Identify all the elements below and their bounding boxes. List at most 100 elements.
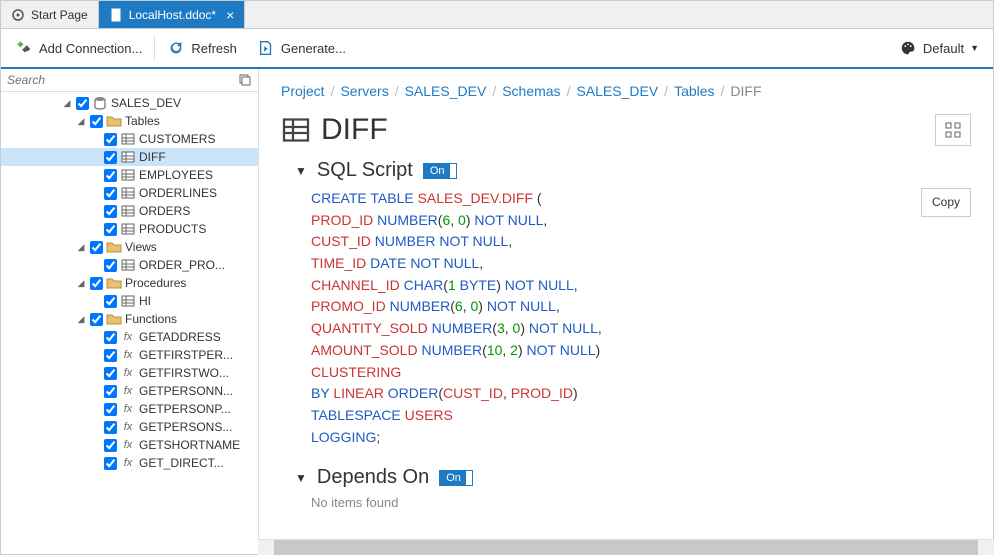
object-tree[interactable]: ◢SALES_DEV◢TablesCUSTOMERSDIFFEMPLOYEESO… <box>1 92 258 554</box>
expand-icon[interactable]: ◢ <box>75 242 87 253</box>
checkbox[interactable] <box>104 205 117 218</box>
tree-folder[interactable]: ◢ Procedures <box>1 274 258 292</box>
tree-item[interactable]: fxGETPERSONN... <box>1 382 258 400</box>
table-icon <box>120 167 136 183</box>
tree-label: GETPERSONS... <box>139 420 232 434</box>
tab-label: LocalHost.ddoc* <box>129 8 216 22</box>
chevron-down-icon: ▼ <box>970 43 979 53</box>
tree-item[interactable]: fxGETSHORTNAME <box>1 436 258 454</box>
tree-item[interactable]: ORDERLINES <box>1 184 258 202</box>
add-connection-button[interactable]: Add Connection... <box>7 35 150 61</box>
checkbox[interactable] <box>104 223 117 236</box>
collapse-icon[interactable]: ▼ <box>295 164 307 178</box>
tree-folder[interactable]: ◢Tables <box>1 112 258 130</box>
copy-icon[interactable] <box>238 73 252 87</box>
breadcrumb-item[interactable]: Tables <box>674 83 714 99</box>
checkbox[interactable] <box>104 403 117 416</box>
checkbox[interactable] <box>90 313 103 326</box>
on-badge[interactable]: On <box>439 470 468 486</box>
expand-icon[interactable]: ◢ <box>75 116 87 127</box>
checkbox[interactable] <box>104 295 117 308</box>
tree-folder[interactable]: ◢ Views <box>1 238 258 256</box>
checkbox[interactable] <box>104 187 117 200</box>
generate-button[interactable]: Generate... <box>249 35 354 61</box>
tree-item[interactable]: fxGETPERSONP... <box>1 400 258 418</box>
on-badge[interactable]: On <box>423 163 452 179</box>
checkbox[interactable] <box>104 349 117 362</box>
tree-item[interactable]: EMPLOYEES <box>1 166 258 184</box>
tab-localhost[interactable]: LocalHost.ddoc* × <box>99 1 246 28</box>
checkbox[interactable] <box>76 97 89 110</box>
plug-plus-icon <box>15 39 33 57</box>
depends-section-title: Depends On <box>317 466 429 489</box>
checkbox[interactable] <box>104 385 117 398</box>
checkbox[interactable] <box>104 169 117 182</box>
refresh-icon <box>167 39 185 57</box>
theme-selector[interactable]: Default ▼ <box>891 35 987 61</box>
tree-label: GETFIRSTPER... <box>139 348 233 362</box>
tree-item[interactable]: fxGETPERSONS... <box>1 418 258 436</box>
breadcrumb-item[interactable]: Schemas <box>502 83 560 99</box>
checkbox[interactable] <box>104 421 117 434</box>
breadcrumb-item[interactable]: SALES_DEV <box>405 83 487 99</box>
collapse-icon[interactable]: ▼ <box>295 471 307 485</box>
fx-icon: fx <box>120 419 136 435</box>
tree-folder[interactable]: ◢Functions <box>1 310 258 328</box>
tree-item[interactable]: CUSTOMERS <box>1 130 258 148</box>
horizontal-scrollbar[interactable] <box>258 539 994 555</box>
page-title-text: DIFF <box>321 113 388 147</box>
tree-item[interactable]: DIFF <box>1 148 258 166</box>
tree-label: Procedures <box>125 276 186 290</box>
tree-item[interactable]: fxGETFIRSTPER... <box>1 346 258 364</box>
table-icon <box>281 115 311 145</box>
tree-item[interactable]: fxGETFIRSTWO... <box>1 364 258 382</box>
fx-icon: fx <box>120 401 136 417</box>
tree-item[interactable]: ORDER_PRO... <box>1 256 258 274</box>
table-icon <box>120 257 136 273</box>
tree-label: ORDER_PRO... <box>139 258 225 272</box>
tree-label: Views <box>125 240 157 254</box>
breadcrumb: Project/Servers/SALES_DEV/Schemas/SALES_… <box>281 83 971 99</box>
toolbar: Add Connection... Refresh Generate... De… <box>1 29 993 69</box>
target-icon <box>11 8 25 22</box>
tab-bar: Start Page LocalHost.ddoc* × <box>1 1 993 29</box>
tree-item[interactable]: ORDERS <box>1 202 258 220</box>
fx-icon: fx <box>120 455 136 471</box>
expand-icon[interactable]: ◢ <box>61 98 73 109</box>
checkbox[interactable] <box>104 151 117 164</box>
tree-item[interactable]: fxGET_DIRECT... <box>1 454 258 472</box>
table-icon <box>120 293 136 309</box>
breadcrumb-item[interactable]: SALES_DEV <box>576 83 658 99</box>
checkbox[interactable] <box>90 277 103 290</box>
tree-label: SALES_DEV <box>111 96 181 110</box>
copy-button[interactable]: Copy <box>921 188 971 217</box>
sql-section-title: SQL Script <box>317 159 413 182</box>
expand-icon[interactable]: ◢ <box>75 314 87 325</box>
checkbox[interactable] <box>90 115 103 128</box>
grid-view-button[interactable] <box>935 114 971 146</box>
checkbox[interactable] <box>104 259 117 272</box>
tab-start-page[interactable]: Start Page <box>1 1 99 28</box>
tree-database[interactable]: ◢ SALES_DEV <box>1 94 258 112</box>
checkbox[interactable] <box>104 457 117 470</box>
checkbox[interactable] <box>104 133 117 146</box>
checkbox[interactable] <box>104 439 117 452</box>
tree-label: GETFIRSTWO... <box>139 366 229 380</box>
breadcrumb-item[interactable]: Servers <box>340 83 388 99</box>
close-icon[interactable]: × <box>226 7 234 23</box>
fx-icon: fx <box>120 329 136 345</box>
breadcrumb-item[interactable]: Project <box>281 83 325 99</box>
checkbox[interactable] <box>104 367 117 380</box>
tree-item[interactable]: fxGETADDRESS <box>1 328 258 346</box>
tree-item[interactable]: HI <box>1 292 258 310</box>
expand-icon[interactable]: ◢ <box>75 278 87 289</box>
tree-label: GETPERSONP... <box>139 402 231 416</box>
tree-label: DIFF <box>139 150 166 164</box>
checkbox[interactable] <box>104 331 117 344</box>
checkbox[interactable] <box>90 241 103 254</box>
tree-item[interactable]: PRODUCTS <box>1 220 258 238</box>
add-connection-label: Add Connection... <box>39 41 142 56</box>
folder-icon <box>106 113 122 129</box>
refresh-button[interactable]: Refresh <box>159 35 245 61</box>
search-input[interactable] <box>7 73 232 87</box>
